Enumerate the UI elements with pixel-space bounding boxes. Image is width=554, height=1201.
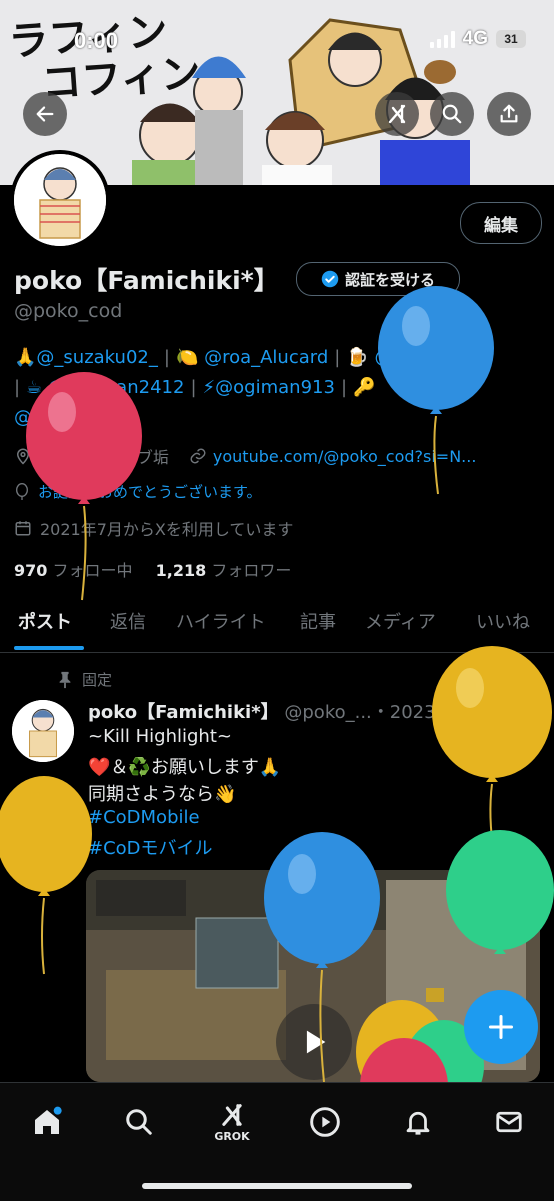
profile-meta: @Cx7zr のサブ垢 youtube.com/@poko_cod?si=N..… [14, 444, 476, 468]
birthday-message: お誕生日おめでとうございます。 [38, 483, 262, 501]
tab-posts[interactable]: ポスト [18, 608, 72, 634]
post-author-handle[interactable]: @poko_... [284, 702, 371, 723]
avatar-illustration [12, 700, 74, 762]
post-hashtag[interactable]: #CoDモバイル [88, 834, 213, 860]
network-type: 4G [462, 28, 488, 49]
post-author-name[interactable]: poko【Famichiki*】 [88, 702, 279, 723]
nav-explore[interactable] [114, 1097, 164, 1147]
post-text-line: 同期さようなら👋 [88, 784, 237, 805]
followers-link[interactable]: 1,218 フォロワー [156, 561, 292, 580]
bio-mention[interactable]: ⚡@ogiman913 [203, 377, 335, 398]
birthday-row: お誕生日おめでとうございます。 [14, 481, 262, 502]
post-hashtag[interactable]: #CoDMobile [88, 807, 200, 828]
profile-website-link[interactable]: youtube.com/@poko_cod?si=N... [213, 447, 477, 466]
bio-mention[interactable]: @p_k_o_o_ [14, 407, 112, 428]
following-label: フォロー中 [52, 561, 133, 580]
battery-indicator: 31 [496, 30, 526, 48]
nav-grok[interactable]: GROK [207, 1097, 257, 1147]
balloon-icon [16, 482, 28, 500]
followers-count: 1,218 [155, 561, 207, 580]
nav-messages[interactable] [484, 1097, 534, 1147]
post-header: poko【Famichiki*】 @poko_...・2023/04/08 [88, 698, 494, 724]
compose-button[interactable] [464, 990, 538, 1064]
status-bar-right: 4G 31 [429, 28, 526, 50]
bio-mention[interactable]: 🍋 @roa_Alucard [176, 347, 328, 368]
balloon-decoration [432, 646, 552, 855]
signal-icon [429, 30, 455, 48]
home-indicator [142, 1183, 412, 1189]
profile-handle: @poko_cod [14, 300, 123, 322]
edit-profile-button[interactable]: 編集 [460, 202, 542, 244]
pinned-indicator: 固定 [58, 669, 112, 690]
share-icon [500, 104, 518, 123]
bell-icon [406, 1111, 430, 1135]
home-icon [35, 1106, 62, 1134]
active-tab-indicator [14, 646, 84, 650]
bio-mention[interactable]: 🍺 @riri_lily11 [346, 347, 475, 368]
tab-media[interactable]: メディア [365, 608, 436, 634]
search-icon [442, 104, 462, 124]
share-button[interactable] [487, 92, 531, 136]
grok-button[interactable] [375, 92, 419, 136]
play-icon [306, 1030, 326, 1054]
follow-counts: 970 フォロー中 1,218 フォロワー [14, 557, 291, 581]
grok-icon [388, 104, 406, 124]
post-author-avatar[interactable] [12, 700, 74, 762]
search-button[interactable] [430, 92, 474, 136]
bio-line-2: | ☕ @yaaman2412 | ⚡@ogiman913 | 🔑 [14, 377, 376, 398]
profile-tabs: ポスト 返信 ハイライト 記事 メディア いいね [0, 598, 554, 653]
profile-avatar[interactable] [10, 150, 110, 250]
following-count: 970 [14, 561, 48, 580]
play-button[interactable] [276, 1004, 352, 1080]
tab-likes[interactable]: いいね [476, 608, 530, 634]
avatar-illustration [14, 154, 106, 246]
bio-line-3: @p_k_o_o_ [14, 407, 112, 428]
nav-notifications[interactable] [393, 1097, 443, 1147]
grok-label: GROK [214, 1130, 250, 1143]
nav-home[interactable] [22, 1097, 72, 1147]
get-verified-label: 認証を受ける [344, 270, 435, 289]
joined-row: 2021年7月からXを利用しています [14, 516, 293, 540]
display-name: poko【Famichiki*】 [14, 266, 279, 295]
bio-line-1: 🙏@_suzaku02_ | 🍋 @roa_Alucard | 🍺 @riri_lily… [14, 347, 475, 368]
post-text-line: ❤️＆♻️お願いします🙏 [88, 757, 282, 778]
back-button[interactable] [23, 92, 67, 136]
post-date[interactable]: ・2023/04/08 [372, 702, 494, 723]
get-verified-button[interactable]: 認証を受ける [296, 262, 460, 296]
arrow-left-icon [36, 106, 54, 122]
bio-mention[interactable]: ☕ @yaaman2412 [26, 377, 184, 398]
search-icon [126, 1109, 152, 1135]
post-text-line: ~Kill Highlight~ [88, 726, 232, 747]
tab-replies[interactable]: 返信 [110, 608, 146, 634]
verified-badge-icon [321, 270, 339, 288]
balloon-decoration [0, 776, 92, 975]
calendar-icon [15, 521, 31, 536]
play-circle-icon [310, 1107, 340, 1137]
pinned-label: 固定 [82, 671, 113, 689]
nav-video[interactable] [300, 1097, 350, 1147]
location-icon [16, 448, 30, 465]
profile-location: @Cx7zr のサブ垢 [38, 448, 169, 467]
mail-icon [496, 1111, 522, 1133]
plus-icon [488, 1014, 514, 1040]
pin-icon [59, 671, 71, 688]
tab-highlights[interactable]: ハイライト [176, 608, 266, 634]
grok-icon [222, 1104, 242, 1126]
tab-articles[interactable]: 記事 [300, 608, 336, 634]
bio-mention[interactable]: 🙏@_suzaku02_ [14, 347, 158, 368]
bio-emoji: 🔑 [353, 377, 376, 398]
joined-date: 2021年7月からXを利用しています [40, 520, 294, 539]
followers-label: フォロワー [211, 561, 292, 580]
status-time: 0:00 [74, 28, 119, 53]
following-link[interactable]: 970 フォロー中 [14, 561, 133, 580]
link-icon [190, 448, 206, 464]
